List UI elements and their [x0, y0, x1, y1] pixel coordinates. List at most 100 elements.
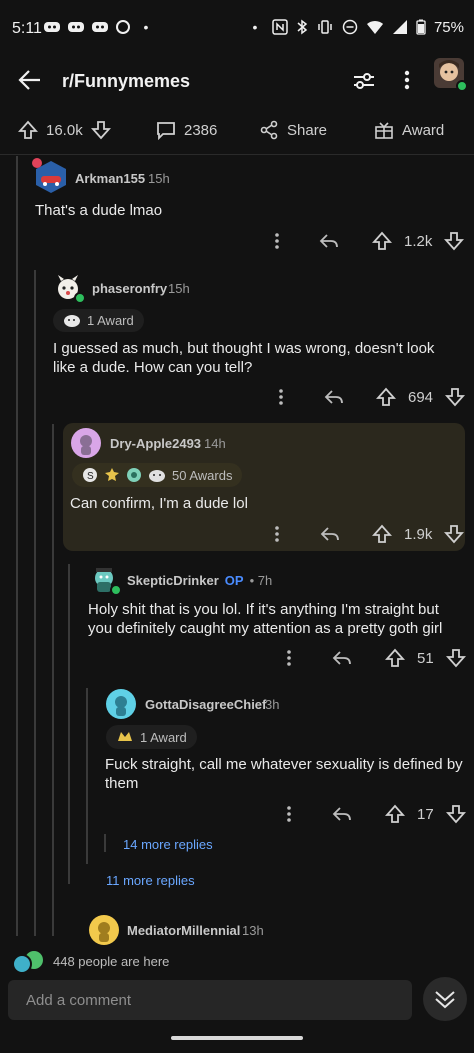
award-button[interactable]: Award — [374, 120, 444, 140]
post-action-bar: 16.0k 2386 Share Award — [0, 112, 474, 155]
downvote-icon[interactable] — [444, 231, 465, 251]
add-comment-input[interactable]: Add a comment — [8, 980, 412, 1020]
wholesome-award-icon — [149, 470, 165, 482]
upvote-icon[interactable] — [385, 648, 405, 668]
gesture-nav-handle[interactable] — [171, 1036, 303, 1040]
comment-more-icon[interactable] — [274, 525, 280, 543]
gold-award-icon — [105, 468, 119, 481]
upvote-icon[interactable] — [18, 120, 38, 140]
comment-score: 51 — [417, 649, 434, 667]
badge-dot — [32, 158, 42, 168]
comment-time: • 7h — [249, 573, 273, 588]
comment-count: 2386 — [184, 121, 218, 139]
comment-more-icon[interactable] — [286, 649, 292, 667]
comment-vote-group: 51 — [385, 648, 466, 668]
presence-avatars-icon — [12, 951, 43, 974]
upvote-icon[interactable] — [385, 804, 405, 824]
online-dot — [110, 584, 122, 596]
comment-avatar[interactable] — [88, 914, 120, 946]
double-chevron-down-icon — [435, 991, 455, 1009]
comment-text: Can confirm, I'm a dude lol — [70, 495, 248, 512]
user-avatar[interactable] — [434, 58, 468, 92]
upvote-icon[interactable] — [372, 231, 392, 251]
comment-username[interactable]: MediatorMillennial — [127, 923, 240, 938]
thread-rail[interactable] — [16, 156, 18, 936]
downvote-icon[interactable] — [444, 524, 465, 544]
award-label: Award — [402, 121, 445, 139]
app-bar: r/Funnymemes — [0, 58, 474, 104]
comment-more-icon[interactable] — [278, 388, 284, 406]
downvote-icon[interactable] — [445, 648, 466, 668]
next-comment-button[interactable] — [423, 977, 467, 1021]
downvote-icon[interactable] — [445, 387, 466, 407]
share-button[interactable]: Share — [259, 120, 327, 140]
presence-avatars — [10, 950, 46, 974]
thread-rail[interactable] — [104, 834, 106, 852]
reply-icon[interactable] — [332, 805, 352, 823]
discord-icon — [44, 22, 60, 32]
comment-time: 13h — [242, 923, 264, 938]
silver-award-icon: S — [83, 468, 97, 482]
comment-username[interactable]: SkepticDrinker — [127, 573, 219, 588]
more-replies-link[interactable]: 11 more replies — [106, 873, 195, 888]
comment-avatar[interactable] — [70, 427, 102, 459]
circle-app-icon — [116, 20, 130, 34]
bluetooth-icon — [297, 19, 308, 35]
more-replies-link[interactable]: 14 more replies — [123, 837, 213, 852]
status-bar: 5:11 • • 75% — [0, 0, 474, 58]
thread-rail[interactable] — [52, 424, 54, 936]
reply-icon[interactable] — [320, 525, 340, 543]
thread-rail[interactable] — [34, 270, 36, 936]
op-badge: OP — [224, 573, 244, 588]
reply-icon[interactable] — [324, 388, 344, 406]
thread-rail[interactable] — [86, 688, 88, 864]
discord-icon — [68, 22, 84, 32]
award-chip[interactable]: 1 Award — [106, 725, 197, 749]
upvote-icon[interactable] — [372, 524, 392, 544]
comment-avatar[interactable] — [88, 564, 122, 596]
downvote-icon[interactable] — [90, 120, 111, 140]
award-count: 50 Awards — [172, 467, 233, 483]
thread-rail[interactable] — [68, 564, 70, 884]
comment-username[interactable]: phaseronfry — [92, 281, 167, 296]
post-score: 16.0k — [46, 121, 83, 139]
snoo-avatar-icon — [106, 689, 136, 719]
nfc-icon — [272, 19, 288, 35]
share-icon — [260, 120, 278, 140]
comment-avatar[interactable] — [52, 272, 86, 304]
comment-vote-group: 694 — [376, 387, 466, 407]
signal-icon — [392, 20, 407, 34]
comment-avatar[interactable] — [105, 688, 137, 720]
vibrate-icon — [318, 20, 332, 34]
comment-more-icon[interactable] — [274, 232, 280, 250]
award-chip[interactable]: 1 Award — [53, 309, 144, 332]
comment-meta: SkepticDrinker OP • 7h — [127, 573, 272, 588]
comment-score: 17 — [417, 805, 434, 823]
award-count: 1 Award — [87, 313, 134, 328]
comment-username[interactable]: Arkman155 — [75, 171, 145, 186]
overflow-menu-icon[interactable] — [404, 70, 410, 90]
award-icon — [64, 314, 80, 327]
filter-sliders-icon[interactable] — [352, 70, 376, 92]
comment-placeholder: Add a comment — [26, 991, 132, 1009]
comment-username[interactable]: Dry-Apple2493 — [110, 436, 201, 451]
reply-icon[interactable] — [332, 649, 352, 667]
comment-time: 14h — [204, 436, 226, 451]
comment-score: 1.9k — [404, 525, 433, 543]
downvote-icon[interactable] — [445, 804, 466, 824]
comment-more-icon[interactable] — [286, 805, 292, 823]
helpful-award-icon — [127, 468, 141, 482]
back-arrow-icon[interactable] — [18, 69, 42, 91]
comment-avatar[interactable] — [32, 158, 68, 194]
subreddit-title[interactable]: r/Funnymemes — [62, 71, 190, 92]
award-chip[interactable]: S 50 Awards — [72, 463, 243, 487]
comment-time: 3h — [265, 697, 280, 712]
comments-button[interactable]: 2386 — [156, 120, 217, 140]
gift-icon — [375, 122, 393, 139]
upvote-icon[interactable] — [376, 387, 396, 407]
snoo-avatar-icon — [89, 915, 119, 945]
reply-icon[interactable] — [319, 232, 339, 250]
comment-time: 15h — [148, 171, 170, 186]
comment-text: That's a dude lmao — [35, 202, 163, 219]
comment-username[interactable]: GottaDisagreeChief — [145, 697, 266, 712]
